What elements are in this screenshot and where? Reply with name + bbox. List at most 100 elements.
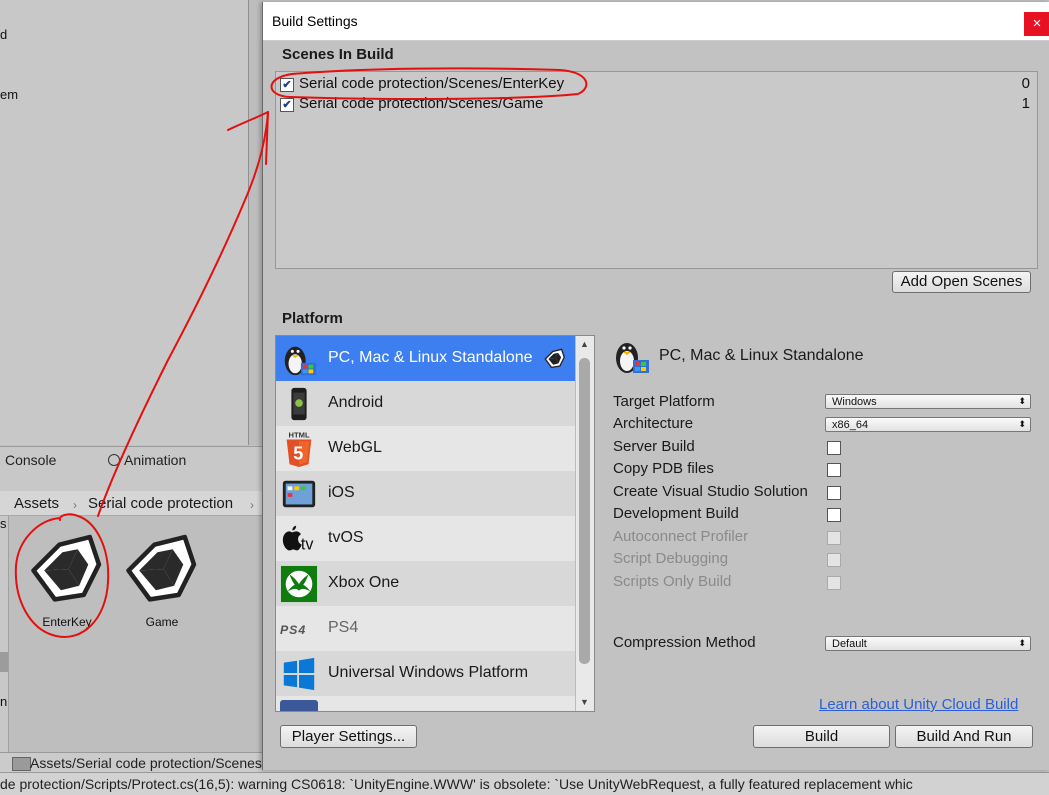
dropdown-value: Windows <box>832 396 877 408</box>
chevron-right-icon: › <box>73 498 77 512</box>
folder-icon <box>12 757 31 771</box>
compression-method-dropdown[interactable]: Default ⬍ <box>825 636 1031 651</box>
architecture-dropdown[interactable]: x86_64 ⬍ <box>825 417 1031 432</box>
scene-index: 0 <box>1021 75 1030 92</box>
create-vs-solution-checkbox[interactable] <box>827 486 841 500</box>
script-debugging-checkbox <box>827 553 841 567</box>
compression-method-label: Compression Method <box>613 634 756 651</box>
ps4-logo-text: PS4 <box>280 623 306 637</box>
platform-item-webgl[interactable]: HTML 5 WebGL <box>276 426 575 471</box>
platform-item-standalone[interactable]: PC, Mac & Linux Standalone <box>276 336 575 381</box>
html-badge-text: HTML <box>289 431 310 440</box>
platform-label: PC, Mac & Linux Standalone <box>328 349 533 366</box>
window-titlebar[interactable]: Build Settings × <box>263 2 1049 41</box>
tv-text: tv <box>301 535 314 553</box>
ps4-logo: PS4 <box>280 623 306 637</box>
panel-splitter[interactable] <box>248 0 261 445</box>
ipad-icon <box>282 480 316 508</box>
html5-icon: HTML 5 <box>286 431 312 468</box>
platform-item-android[interactable]: Android <box>276 381 575 426</box>
dropdown-arrow-icon: ⬍ <box>1018 396 1026 406</box>
platform-item-xbox[interactable]: Xbox One <box>276 561 575 606</box>
learn-cloud-build-link[interactable]: Learn about Unity Cloud Build <box>819 696 1018 713</box>
target-platform-label: Target Platform <box>613 393 715 410</box>
build-settings-window: Build Settings × Scenes In Build ✔ Seria… <box>262 2 1049 770</box>
clock-icon <box>108 454 120 466</box>
platform-scrollbar[interactable]: ▲ ▼ <box>575 336 594 711</box>
scene-checkbox[interactable]: ✔ <box>280 78 294 92</box>
path-text: Assets/Serial code protection/Scenes <box>30 755 262 771</box>
tab-console[interactable]: Console <box>5 452 56 468</box>
platform-item-partial[interactable] <box>276 696 575 711</box>
platform-label: iOS <box>328 484 355 501</box>
asset-enterkey[interactable]: EnterKey <box>25 528 109 629</box>
platform-label: WebGL <box>328 439 382 456</box>
autoconnect-profiler-label: Autoconnect Profiler <box>613 528 749 545</box>
chevron-right-icon: › <box>250 498 254 512</box>
hierarchy-item[interactable]: d <box>0 27 7 42</box>
asset-label: Game <box>145 615 179 629</box>
facebook-icon <box>280 700 318 711</box>
project-toolbar <box>0 471 262 491</box>
dropdown-value: x86_64 <box>832 419 869 431</box>
platform-list[interactable]: PC, Mac & Linux Standalone Android HTML <box>275 335 595 712</box>
path-bar: Assets/Serial code protection/Scenes <box>0 752 262 773</box>
scripts-only-build-checkbox <box>827 576 841 590</box>
dropdown-value: Default <box>832 638 867 650</box>
folder-tree-edge: s n <box>0 516 9 752</box>
build-and-run-button[interactable]: Build And Run <box>895 725 1033 748</box>
platform-label: PS4 <box>328 619 359 636</box>
platform-item-tvos[interactable]: tv tvOS <box>276 516 575 561</box>
scene-name: Serial code protection/Scenes/EnterKey <box>299 75 565 92</box>
html-five-text: 5 <box>293 443 303 463</box>
tree-item-fragment[interactable]: n <box>0 694 7 709</box>
platform-label: Android <box>328 394 384 411</box>
scroll-up-icon[interactable]: ▲ <box>580 339 589 349</box>
platform-item-ios[interactable]: iOS <box>276 471 575 516</box>
scripts-only-build-label: Scripts Only Build <box>613 573 732 590</box>
tree-item-fragment[interactable]: s <box>0 516 7 531</box>
windows-icon <box>283 657 315 691</box>
scenes-list[interactable]: ✔ Serial code protection/Scenes/EnterKey… <box>275 71 1038 269</box>
unity-logo-icon <box>544 348 565 369</box>
unity-scene-icon <box>31 534 102 602</box>
player-settings-button[interactable]: Player Settings... <box>280 725 417 748</box>
breadcrumb-folder[interactable]: Serial code protection <box>88 495 233 512</box>
target-platform-dropdown[interactable]: Windows ⬍ <box>825 394 1031 409</box>
build-button[interactable]: Build <box>753 725 890 748</box>
unity-scene-icon <box>126 534 197 602</box>
hierarchy-item[interactable]: em <box>0 87 18 102</box>
platform-label: Xbox One <box>328 574 400 591</box>
hierarchy-panel: d em <box>0 0 249 445</box>
bottom-tab-bar: Console Animation <box>0 446 262 472</box>
scroll-thumb[interactable] <box>579 358 590 664</box>
close-button[interactable]: × <box>1024 12 1049 36</box>
dropdown-arrow-icon: ⬍ <box>1018 638 1026 648</box>
copy-pdb-label: Copy PDB files <box>613 460 714 477</box>
penguin-icon <box>284 346 317 376</box>
breadcrumb-assets[interactable]: Assets <box>14 495 59 512</box>
scene-checkbox[interactable]: ✔ <box>280 98 294 112</box>
asset-game[interactable]: Game <box>120 528 204 629</box>
development-build-checkbox[interactable] <box>827 508 841 522</box>
tab-animation[interactable]: Animation <box>108 452 186 468</box>
status-message: de protection/Scripts/Protect.cs(16,5): … <box>0 776 913 792</box>
scroll-down-icon[interactable]: ▼ <box>580 697 589 707</box>
scene-row[interactable]: ✔ Serial code protection/Scenes/EnterKey… <box>280 75 1032 95</box>
script-debugging-label: Script Debugging <box>613 550 729 567</box>
platform-label: Universal Windows Platform <box>328 664 529 681</box>
add-open-scenes-button[interactable]: Add Open Scenes <box>892 271 1031 293</box>
copy-pdb-checkbox[interactable] <box>827 463 841 477</box>
breadcrumb: Assets › Serial code protection › <box>0 491 262 516</box>
apple-tv-icon: tv <box>282 525 314 553</box>
server-build-checkbox[interactable] <box>827 441 841 455</box>
server-build-label: Server Build <box>613 438 695 455</box>
asset-label: EnterKey <box>42 615 92 629</box>
scene-row[interactable]: ✔ Serial code protection/Scenes/Game 1 <box>280 95 1032 115</box>
scenes-header: Scenes In Build <box>282 46 394 63</box>
platform-item-uwp[interactable]: Universal Windows Platform <box>276 651 575 696</box>
platform-label: tvOS <box>328 529 364 546</box>
console-status-bar[interactable]: de protection/Scripts/Protect.cs(16,5): … <box>0 772 1049 795</box>
platform-item-ps4[interactable]: PS4 PS4 <box>276 606 575 651</box>
android-phone-icon <box>291 387 307 421</box>
